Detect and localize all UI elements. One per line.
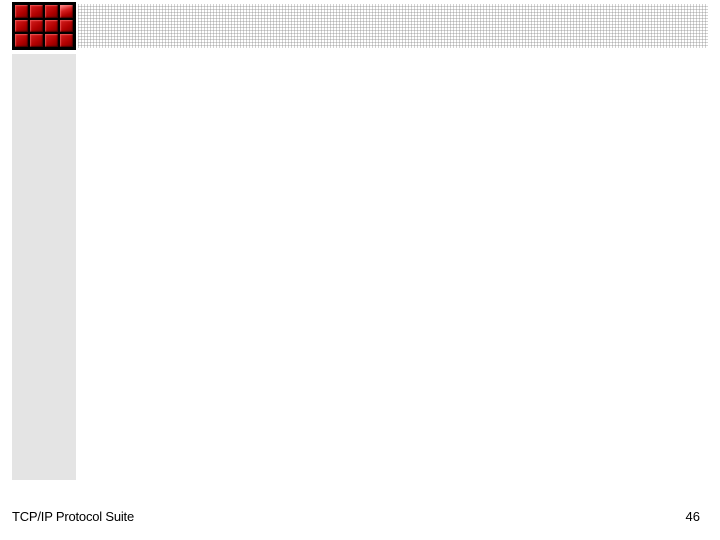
- grid-logo-icon: [12, 2, 76, 50]
- page-number: 46: [686, 509, 700, 524]
- left-sidebar: [12, 54, 76, 480]
- footer-title: TCP/IP Protocol Suite: [12, 509, 134, 524]
- header-pattern-band: [78, 4, 708, 48]
